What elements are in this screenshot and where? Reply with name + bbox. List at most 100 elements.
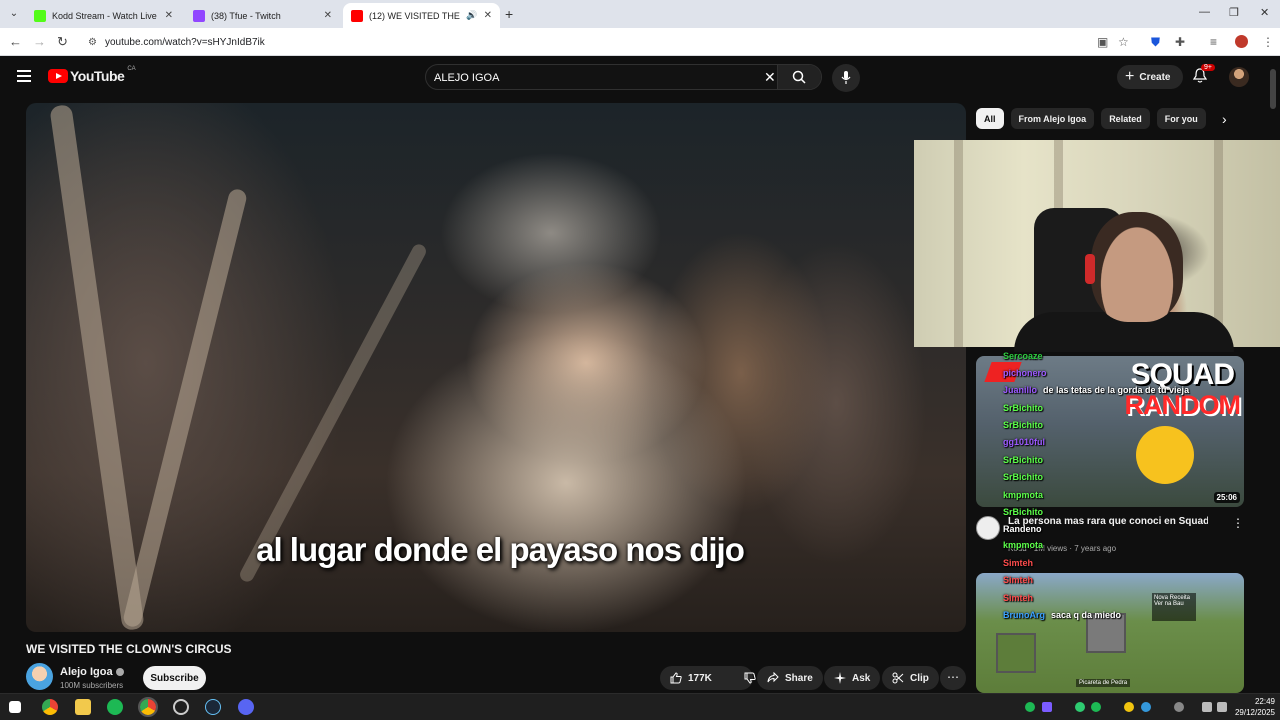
clip-button[interactable]: Clip	[882, 666, 939, 690]
tray-app-icon[interactable]	[1174, 702, 1184, 712]
more-actions-icon[interactable]: ⋯	[940, 666, 966, 690]
chat-message: gg1010ful	[1003, 437, 1045, 447]
chrome-active-icon[interactable]	[138, 697, 158, 717]
minimize-icon[interactable]: —	[1199, 6, 1210, 18]
chat-message: Simteh	[1003, 593, 1033, 603]
back-arrow-icon[interactable]: ←	[9, 34, 22, 49]
cast-icon[interactable]: ▣	[1097, 35, 1108, 49]
channel-avatar[interactable]	[26, 663, 53, 690]
url-bar[interactable]: ⚙ youtube.com/watch?v=sHYJnIdB7ik	[80, 31, 1140, 53]
chip-all[interactable]: All	[976, 108, 1004, 129]
chat-user: SrBichito	[1003, 472, 1044, 482]
more-options-icon[interactable]: ⋮	[1232, 516, 1244, 530]
browser-tab-bar: ⌄ Kodd Stream - Watch Live on K ✕ (38) T…	[0, 0, 1280, 28]
chat-message: kmpmota	[1003, 490, 1043, 500]
like-dislike-group: 177K	[660, 666, 756, 690]
create-button[interactable]: + Create	[1117, 65, 1183, 89]
discord-icon[interactable]	[238, 699, 254, 715]
wifi-icon[interactable]	[1202, 702, 1212, 712]
close-icon[interactable]: ✕	[324, 10, 332, 21]
chat-user: gg1010ful	[1003, 437, 1046, 447]
tab-title: (38) Tfue - Twitch	[211, 10, 281, 21]
chat-user: pichonero	[1003, 368, 1047, 378]
close-icon[interactable]: ✕	[165, 10, 173, 21]
window-close-icon[interactable]: ✕	[1260, 6, 1269, 19]
subscribe-button[interactable]: Subscribe	[143, 666, 206, 690]
chat-user: Juanillo	[1003, 385, 1038, 395]
share-arrow-icon	[767, 672, 779, 683]
system-clock[interactable]: 22:49 29/12/2025	[1229, 696, 1275, 718]
chevron-right-icon[interactable]: ›	[1222, 111, 1227, 127]
youtube-logo[interactable]: YouTube CA	[48, 66, 136, 84]
channel-name-row[interactable]: Alejo Igoa	[60, 666, 124, 678]
steam-icon[interactable]	[205, 699, 221, 715]
new-tab-plus-icon[interactable]: +	[505, 6, 513, 22]
search-box: ✕	[425, 64, 822, 90]
notifications-button[interactable]: 9+	[1192, 64, 1215, 89]
ask-button[interactable]: Ask	[824, 666, 881, 690]
clear-search-icon[interactable]: ✕	[764, 69, 776, 86]
restore-icon[interactable]: ❐	[1229, 6, 1239, 19]
extensions-puzzle-icon[interactable]: ✚	[1175, 35, 1185, 49]
youtube-favicon-icon	[351, 9, 363, 22]
hamburger-menu-icon[interactable]	[17, 70, 31, 82]
windows-taskbar: 22:49 29/12/2025	[0, 693, 1280, 720]
browser-tab-youtube[interactable]: (12) WE VISITED THE CLOW 🔊 ✕	[343, 3, 500, 28]
sparkle-icon	[834, 672, 846, 684]
share-button[interactable]: Share	[757, 666, 823, 690]
close-icon[interactable]: ✕	[484, 10, 492, 21]
channel-name[interactable]: Alejo Igoa	[60, 666, 113, 678]
speaker-icon[interactable]: 🔊	[466, 10, 477, 21]
chip-related[interactable]: Related	[1101, 108, 1150, 129]
spotify-icon[interactable]	[107, 699, 123, 715]
browser-tab-kodd[interactable]: Kodd Stream - Watch Live on K ✕	[26, 3, 181, 28]
video-player[interactable]: al lugar donde el payaso nos dijo	[26, 103, 966, 632]
browser-tab-twitch[interactable]: (38) Tfue - Twitch ✕	[185, 3, 340, 28]
profile-avatar[interactable]	[1235, 35, 1248, 48]
channel-avatar[interactable]	[976, 516, 1000, 540]
windows-start-icon[interactable]	[9, 701, 21, 713]
file-explorer-icon[interactable]	[75, 699, 91, 715]
chat-user: SrBichito	[1003, 403, 1044, 413]
site-info-icon[interactable]: ⚙	[88, 37, 97, 48]
volume-icon[interactable]	[1217, 702, 1227, 712]
headset-graphic	[1085, 254, 1095, 284]
like-button[interactable]: 177K	[660, 666, 722, 690]
logo-text: YouTube	[70, 68, 125, 84]
voice-search-button[interactable]	[832, 64, 860, 92]
tray-app-icon[interactable]	[1124, 702, 1134, 712]
chrome-icon[interactable]	[42, 699, 58, 715]
tab-search-chevron-icon[interactable]: ⌄	[6, 6, 22, 22]
chip-from-channel[interactable]: From Alejo Igoa	[1010, 108, 1095, 129]
chat-user: SrBichito	[1003, 420, 1044, 430]
page-scrollbar[interactable]	[1270, 69, 1276, 109]
streamer-face-graphic	[1091, 212, 1183, 322]
tray-app-icon[interactable]	[1075, 702, 1085, 712]
shield-extension-icon[interactable]: ⛊	[1151, 35, 1160, 50]
tray-app-icon[interactable]	[1141, 702, 1151, 712]
chat-message: Simteh	[1003, 575, 1033, 585]
tray-app-icon[interactable]	[1042, 702, 1052, 712]
chat-message: SrBichito	[1003, 472, 1043, 482]
video-duration: 25:06	[1213, 492, 1240, 503]
reload-icon[interactable]: ↻	[57, 34, 68, 50]
bookmark-star-icon[interactable]: ☆	[1118, 35, 1129, 49]
account-avatar[interactable]	[1229, 67, 1249, 87]
forward-arrow-icon[interactable]: →	[33, 34, 46, 49]
search-button[interactable]	[777, 65, 821, 89]
filter-chips: All From Alejo Igoa Related For you	[976, 108, 1206, 129]
obs-icon[interactable]	[173, 699, 189, 715]
tab-title: Kodd Stream - Watch Live on K	[52, 10, 159, 21]
search-input[interactable]	[434, 69, 754, 87]
address-toolbar: ← → ↻ ⚙ youtube.com/watch?v=sHYJnIdB7ik …	[0, 28, 1280, 56]
chat-user: SrBichito	[1003, 455, 1044, 465]
tray-spotify-icon[interactable]	[1025, 702, 1035, 712]
tray-app-icon[interactable]	[1091, 702, 1101, 712]
thumbnail-caption: Picareta de Pedra	[1076, 679, 1131, 687]
chat-message: Randeno	[1003, 524, 1042, 534]
chip-for-you[interactable]: For you	[1156, 108, 1206, 129]
media-control-icon[interactable]: ≡	[1210, 35, 1217, 49]
kebab-menu-icon[interactable]: ⋮	[1262, 35, 1274, 49]
video-frame-detail	[121, 187, 249, 629]
chat-user: Simteh	[1003, 558, 1034, 568]
